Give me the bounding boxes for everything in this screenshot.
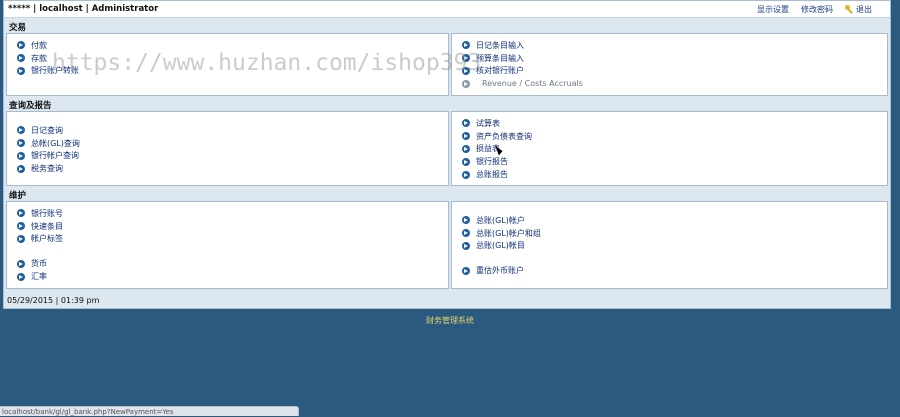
arrow-icon <box>17 209 25 218</box>
panel-transactions-right: 日记条目输入 预算条目输入 核对银行账户 Revenue / Costs Acc… <box>451 33 888 96</box>
arrow-icon <box>462 66 470 75</box>
menu-item-budget-entry[interactable]: 预算条目输入 <box>462 52 887 65</box>
section-title-inquiries: 查询及报告 <box>4 96 890 111</box>
menu-item-quick-entries[interactable]: 快速条目 <box>17 220 448 233</box>
app-title: ***** | localhost | Administrator <box>8 4 159 14</box>
arrow-icon <box>17 259 25 268</box>
arrow-icon <box>17 54 25 63</box>
menu-item-revalue-currency[interactable]: 重估外币账户 <box>462 264 887 277</box>
arrow-icon <box>462 79 470 88</box>
section-inquiries: 日记查询 总帐(GL)查询 银行帐户查询 税务查询 试算表 资产负债表查询 损益… <box>4 111 890 186</box>
status-date: 05/29/2015 <box>7 296 54 305</box>
arrow-icon <box>462 216 470 225</box>
menu-item-exchange-rates[interactable]: 汇率 <box>17 270 448 283</box>
display-settings-link[interactable]: 显示设置 <box>757 4 789 15</box>
arrow-icon <box>17 164 25 173</box>
arrow-icon <box>462 170 470 179</box>
arrow-icon <box>17 126 25 135</box>
main-window: ***** | localhost | Administrator 显示设置 修… <box>3 0 891 309</box>
section-title-maintenance: 维护 <box>4 186 890 201</box>
menu-item-reconcile-bank[interactable]: 核对银行账户 <box>462 65 887 78</box>
footer-text: 财务管理系统 <box>426 316 474 325</box>
change-password-link[interactable]: 修改密码 <box>801 4 833 15</box>
menu-item-bank-accounts[interactable]: 银行账号 <box>17 207 448 220</box>
menu-item-currencies[interactable]: 货币 <box>17 257 448 270</box>
menu-item-payment[interactable]: 付款 <box>17 39 448 52</box>
menu-item-tax-inquiry[interactable]: 税务查询 <box>17 162 448 175</box>
arrow-icon <box>462 157 470 166</box>
menu-item-gl-inquiry[interactable]: 总帐(GL)查询 <box>17 137 448 150</box>
status-row: 05/29/2015 | 01:39 pm <box>7 296 100 305</box>
menu-item-gl-account-groups[interactable]: 总账(GL)帐户和组 <box>462 227 887 240</box>
menu-item-gl-reports[interactable]: 总账报告 <box>462 168 887 181</box>
arrow-icon <box>462 266 470 275</box>
arrow-icon <box>17 41 25 50</box>
menu-item-bank-transfer[interactable]: 银行账户转账 <box>17 65 448 78</box>
menu-item-gl-accounts[interactable]: 总账(GL)帐户 <box>462 214 887 227</box>
logout-link[interactable]: 退出 <box>845 4 872 15</box>
menu-item-journal-inquiry[interactable]: 日记查询 <box>17 124 448 137</box>
arrow-icon <box>462 41 470 50</box>
panel-maintenance-right: 总账(GL)帐户 总账(GL)帐户和组 总账(GL)帐目 重估外币账户 <box>451 201 888 289</box>
arrow-icon <box>462 229 470 238</box>
arrow-icon <box>17 234 25 243</box>
menu-item-bank-inquiry[interactable]: 银行帐户查询 <box>17 150 448 163</box>
arrow-icon <box>17 272 25 281</box>
panel-inquiries-left: 日记查询 总帐(GL)查询 银行帐户查询 税务查询 <box>6 111 449 186</box>
top-bar: ***** | localhost | Administrator 显示设置 修… <box>4 1 890 18</box>
menu-item-gl-account-classes[interactable]: 总账(GL)帐目 <box>462 240 887 253</box>
panel-inquiries-right: 试算表 资产负债表查询 损益表 银行报告 总账报告 <box>451 111 888 186</box>
arrow-icon <box>462 54 470 63</box>
header-links: 显示设置 修改密码 退出 <box>757 4 872 15</box>
status-url-bar: localhost/bank/gl/gl_bank.php?NewPayment… <box>0 406 299 416</box>
panel-maintenance-left: 银行账号 快速条目 帐户标签 货币 汇率 <box>6 201 449 289</box>
arrow-icon <box>17 66 25 75</box>
panel-transactions-left: 付款 存款 银行账户转账 <box>6 33 449 96</box>
key-icon <box>845 4 854 14</box>
menu-item-bank-reports[interactable]: 银行报告 <box>462 155 887 168</box>
menu-item-profit-loss[interactable]: 损益表 <box>462 143 887 156</box>
arrow-icon <box>462 241 470 250</box>
status-time: 01:39 pm <box>60 296 100 305</box>
menu-item-accruals[interactable]: Revenue / Costs Accruals <box>462 77 887 90</box>
arrow-icon <box>17 139 25 148</box>
section-maintenance: 银行账号 快速条目 帐户标签 货币 汇率 总账(GL)帐户 总账(GL)帐户和组… <box>4 201 890 289</box>
arrow-icon <box>462 132 470 141</box>
section-transactions: 付款 存款 银行账户转账 日记条目输入 预算条目输入 核对银行账户 Revenu… <box>4 33 890 96</box>
arrow-icon <box>462 119 470 128</box>
menu-item-deposit[interactable]: 存款 <box>17 52 448 65</box>
menu-item-account-tags[interactable]: 帐户标签 <box>17 233 448 246</box>
section-title-transactions: 交易 <box>4 18 890 33</box>
arrow-icon <box>462 144 470 153</box>
menu-item-journal-entry[interactable]: 日记条目输入 <box>462 39 887 52</box>
menu-item-balance-sheet[interactable]: 资产负债表查询 <box>462 130 887 143</box>
menu-item-trial-balance[interactable]: 试算表 <box>462 117 887 130</box>
arrow-icon <box>17 222 25 231</box>
arrow-icon <box>17 151 25 160</box>
